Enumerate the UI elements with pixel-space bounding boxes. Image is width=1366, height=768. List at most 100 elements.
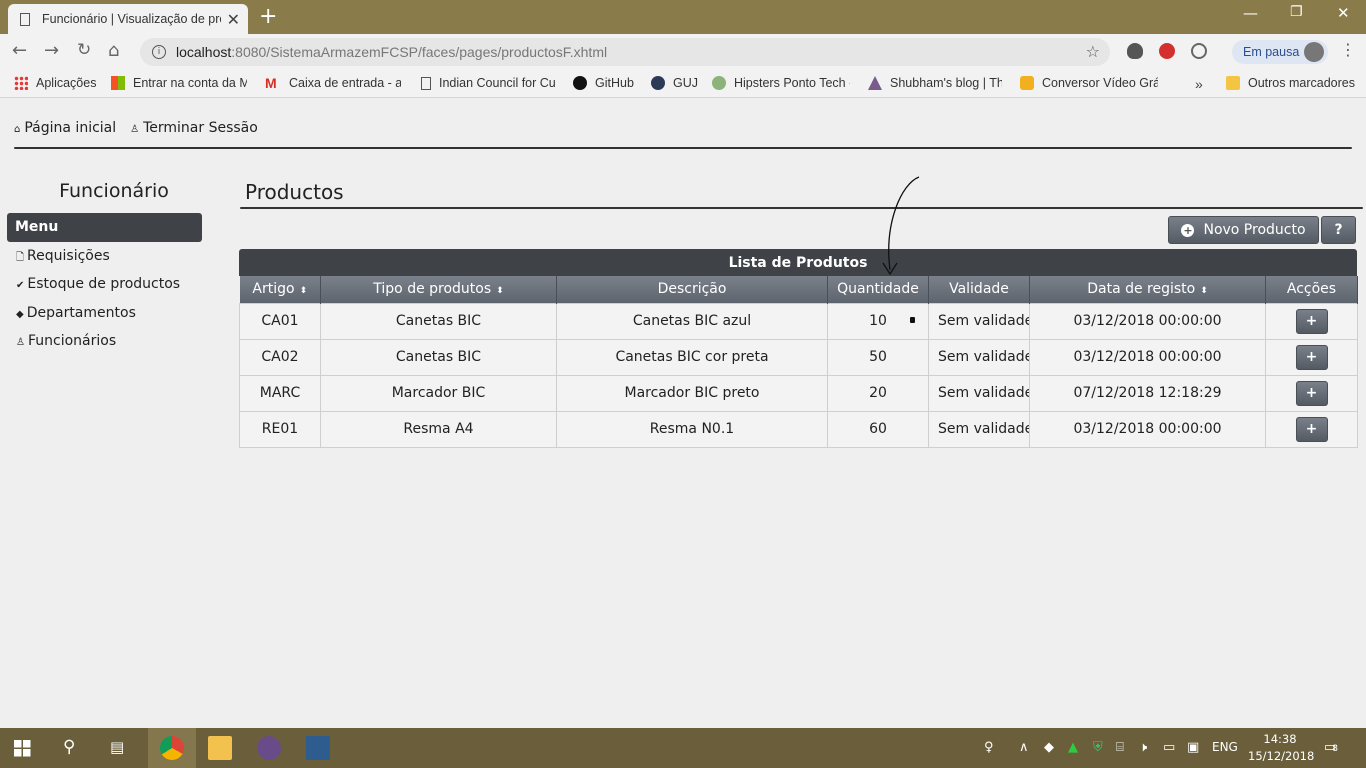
sidebar-item-estoque[interactable]: ✔ Estoque de productos [16, 276, 180, 292]
video-icon [1020, 76, 1034, 90]
sidebar-item-label: Funcionários [27, 333, 117, 349]
column-header-tipo[interactable]: Tipo de produtos ⬍ [320, 276, 557, 303]
notifications-icon[interactable]: ▭8 [1324, 740, 1338, 755]
sidebar-item-label: Departamentos [26, 305, 136, 321]
github-icon [573, 76, 587, 90]
extension-red-icon[interactable] [1159, 43, 1175, 59]
table-row[interactable]: RE01 Resma A4 Resma N0.1 60 Sem validade… [239, 410, 1358, 448]
profile-button[interactable]: Em pausa [1232, 40, 1328, 64]
hipsters-icon [712, 76, 726, 90]
blog-icon [868, 76, 882, 90]
sidebar-item-funcionarios[interactable]: ♙ Funcionários [16, 333, 116, 349]
extension-download-icon[interactable] [1191, 43, 1207, 59]
restore-icon[interactable]: ❐ [1290, 4, 1303, 20]
cell-validade: Sem validade [928, 410, 1030, 448]
dropbox-icon[interactable]: ◆ [1044, 740, 1054, 755]
close-window-icon[interactable]: ✕ [1337, 4, 1350, 22]
new-product-button[interactable]: + Novo Producto [1168, 216, 1319, 244]
green-tray-icon[interactable]: ▲ [1068, 740, 1078, 755]
logout-link-label: Terminar Sessão [143, 120, 258, 136]
chrome-icon[interactable] [160, 736, 184, 760]
cell-quantidade: 60 [827, 410, 929, 448]
logout-link[interactable]: ♙ Terminar Sessão [130, 120, 258, 136]
bookmark-label: Outros marcadores [1248, 76, 1355, 90]
home-link-label: Página inicial [24, 120, 117, 136]
language-indicator[interactable]: ENG [1212, 740, 1238, 754]
browser-tab[interactable]: Funcionário | Visualização de pro ✕ [8, 4, 248, 34]
battery-icon[interactable]: ▭ [1163, 740, 1175, 755]
bookmark-github[interactable]: GitHub [573, 76, 637, 90]
bookmark-indian-council[interactable]: Indian Council for Cu [421, 76, 555, 90]
bookmark-apps[interactable]: Aplicações [14, 76, 102, 90]
sidebar-item-departamentos[interactable]: ◆ Departamentos [16, 305, 136, 321]
column-header-data-registo[interactable]: Data de registo ⬍ [1029, 276, 1266, 303]
forward-icon[interactable]: → [44, 40, 59, 61]
sort-icon: ⬍ [496, 286, 504, 297]
security-shield-icon[interactable]: ⛨ [1093, 740, 1103, 755]
new-product-label: Novo Producto [1203, 222, 1306, 238]
cell-artigo: CA02 [239, 338, 321, 376]
table-title: Lista de Produtos [239, 249, 1357, 276]
cell-tipo: Canetas BIC [320, 338, 557, 376]
other-bookmarks-folder[interactable]: Outros marcadores [1226, 76, 1356, 90]
search-icon[interactable]: ⚲ [63, 737, 75, 757]
file-explorer-icon[interactable] [208, 736, 232, 760]
minimize-icon[interactable]: — [1243, 4, 1258, 22]
cell-data-registo: 07/12/2018 12:18:29 [1029, 374, 1266, 412]
column-header-artigo[interactable]: Artigo ⬍ [239, 276, 321, 303]
url-path: :8080/SistemaArmazemFCSP/faces/pages/pro… [231, 44, 608, 60]
help-button[interactable]: ? [1321, 216, 1356, 244]
cell-data-registo: 03/12/2018 00:00:00 [1029, 338, 1266, 376]
mysql-workbench-icon[interactable] [306, 736, 330, 760]
cell-tipo: Canetas BIC [320, 302, 557, 340]
site-info-icon[interactable]: i [152, 45, 166, 59]
table-row[interactable]: CA02 Canetas BIC Canetas BIC cor preta 5… [239, 338, 1358, 376]
address-bar[interactable]: i localhost:8080/SistemaArmazemFCSP/face… [140, 38, 1110, 66]
bookmark-star-icon[interactable]: ☆ [1086, 42, 1100, 61]
bookmark-video-converter[interactable]: Conversor Vídeo Grát [1020, 76, 1158, 90]
home-link[interactable]: ⌂ Página inicial [14, 120, 116, 136]
network-icon[interactable]: ⌸ [1116, 740, 1124, 755]
column-header-descricao: Descrição [556, 276, 828, 303]
clock-date: 15/12/2018 [1248, 749, 1315, 763]
bookmark-label: Conversor Vídeo Grát [1042, 76, 1158, 90]
display-icon[interactable]: ▣ [1187, 740, 1199, 755]
app-icon[interactable] [257, 736, 281, 760]
windows-start-icon[interactable] [14, 740, 38, 764]
add-button[interactable]: + [1295, 380, 1328, 406]
task-view-icon[interactable]: ▤ [110, 738, 124, 756]
check-icon: ✔ [16, 280, 25, 291]
bookmark-gmail[interactable]: M Caixa de entrada - ay [265, 76, 401, 90]
bookmark-label: GitHub [595, 76, 634, 90]
volume-icon[interactable]: 🕨 [1139, 740, 1147, 755]
close-tab-icon[interactable]: ✕ [227, 10, 240, 29]
cell-validade: Sem validade [928, 302, 1030, 340]
extension-lightbulb-icon[interactable] [1127, 43, 1143, 59]
cell-accoes: + [1265, 374, 1358, 412]
bookmark-label: Shubham's blog | Thi [890, 76, 1002, 90]
home-icon[interactable]: ⌂ [108, 40, 119, 61]
table-row[interactable]: MARC Marcador BIC Marcador BIC preto 20 … [239, 374, 1358, 412]
add-button[interactable]: + [1295, 416, 1328, 442]
notification-count: 8 [1332, 744, 1339, 754]
bookmark-shubham[interactable]: Shubham's blog | Thi [868, 76, 1002, 90]
back-icon[interactable]: ← [12, 40, 27, 61]
bookmark-hipsters[interactable]: Hipsters Ponto Tech - [712, 76, 850, 90]
bookmark-guj[interactable]: GUJ [651, 76, 699, 90]
more-bookmarks-icon[interactable]: » [1195, 76, 1203, 92]
add-button[interactable]: + [1295, 344, 1328, 370]
new-tab-button[interactable]: + [259, 4, 277, 29]
sidebar-item-requisicoes[interactable]: 🗋 Requisições [16, 248, 110, 267]
sort-icon: ⬍ [1200, 286, 1208, 297]
browser-menu-icon[interactable]: ⋮ [1340, 40, 1356, 59]
reload-icon[interactable]: ↻ [77, 40, 91, 60]
show-hidden-icons[interactable]: ∧ [1019, 740, 1029, 755]
people-icon[interactable]: ♀ [984, 740, 994, 755]
bookmark-microsoft[interactable]: Entrar na conta da M [111, 76, 247, 90]
add-button[interactable]: + [1295, 308, 1328, 334]
page-icon [421, 76, 431, 90]
table-row[interactable]: CA01 Canetas BIC Canetas BIC azul 10 Sem… [239, 302, 1358, 340]
avatar [1304, 42, 1324, 62]
cell-artigo: CA01 [239, 302, 321, 340]
clock[interactable]: 14:38 15/12/2018 [1248, 731, 1315, 765]
